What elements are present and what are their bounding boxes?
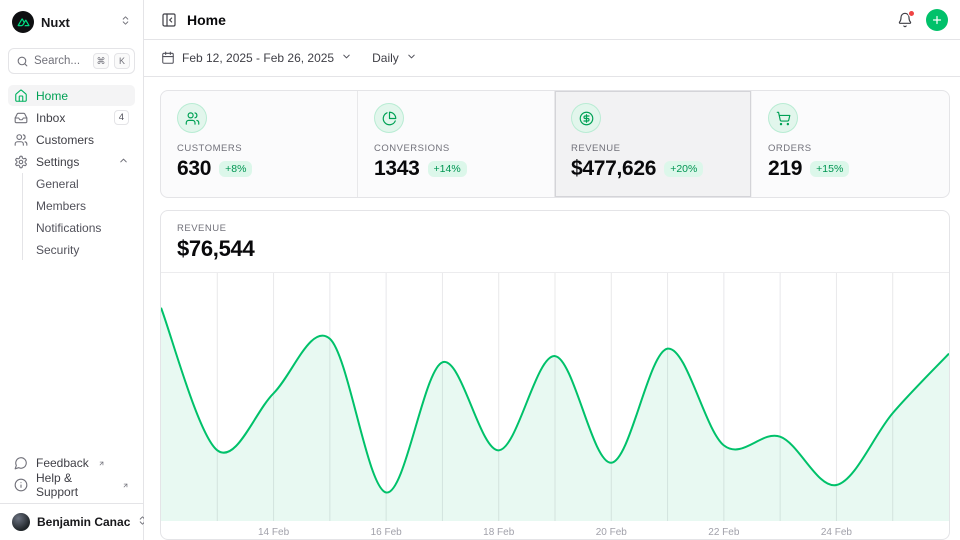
sidebar-item-label: Customers: [36, 133, 94, 147]
notifications-button[interactable]: [897, 12, 913, 28]
home-icon: [14, 89, 28, 103]
stat-value: $477,626: [571, 157, 656, 181]
page-title: Home: [187, 12, 226, 28]
x-axis-label: 18 Feb: [483, 527, 515, 538]
main-area: Home Feb 12, 2025 - Feb 26, 2025 Daily: [144, 0, 960, 540]
user-name: Benjamin Canac: [37, 515, 130, 529]
sidebar: Nuxt ⌘ K Home Inbox 4 Customers: [0, 0, 144, 540]
footer-item-label: Help & Support: [36, 471, 113, 499]
avatar: [12, 513, 30, 531]
sidebar-item-label: Inbox: [36, 111, 65, 125]
stat-label: ORDERS: [768, 143, 933, 154]
chart-metric-label: REVENUE: [177, 223, 933, 234]
stat-value: 1343: [374, 157, 420, 181]
page-header: Home: [144, 0, 960, 40]
sidebar-item-inbox[interactable]: Inbox 4: [8, 107, 135, 128]
sidebar-item-customers[interactable]: Customers: [8, 129, 135, 150]
date-range-label: Feb 12, 2025 - Feb 26, 2025: [182, 51, 334, 65]
user-menu[interactable]: Benjamin Canac: [0, 503, 143, 540]
x-axis-label: 14 Feb: [258, 527, 290, 538]
stat-label: CONVERSIONS: [374, 143, 538, 154]
info-circle-icon: [14, 478, 28, 492]
sidebar-item-label: Security: [36, 243, 79, 257]
plus-icon: [931, 14, 943, 26]
sidebar-item-label: Notifications: [36, 221, 101, 235]
stat-change-badge: +8%: [219, 161, 252, 177]
stat-card-orders[interactable]: ORDERS 219 +15%: [752, 91, 949, 197]
add-button[interactable]: [926, 9, 948, 31]
stat-label: REVENUE: [571, 143, 735, 154]
stat-change-badge: +14%: [428, 161, 467, 177]
x-axis-label: 24 Feb: [821, 527, 853, 538]
x-axis-label: 16 Feb: [371, 527, 403, 538]
stat-card-customers[interactable]: CUSTOMERS 630 +8%: [161, 91, 358, 197]
chevron-up-icon: [118, 155, 129, 169]
workspace-switcher[interactable]: Nuxt: [8, 9, 135, 35]
notification-dot: [908, 10, 915, 17]
external-link-icon: [98, 456, 105, 470]
search-box[interactable]: ⌘ K: [8, 48, 135, 74]
footer-item-label: Feedback: [36, 456, 89, 470]
stat-value: 630: [177, 157, 211, 181]
chevron-down-icon: [341, 51, 352, 65]
settings-children: General Members Notifications Security: [22, 173, 135, 260]
inbox-count-badge: 4: [114, 110, 129, 125]
nuxt-logo-icon: [12, 11, 34, 33]
circle-dollar-icon: [571, 103, 601, 133]
stats-grid: CUSTOMERS 630 +8% CONVERSIONS 1343 +14%: [160, 90, 950, 198]
sidebar-item-settings[interactable]: Settings: [8, 151, 135, 172]
chevron-down-icon: [406, 51, 417, 65]
chart-plot-area[interactable]: 14 Feb 16 Feb 18 Feb 20 Feb 22 Feb 24 Feb: [161, 273, 949, 539]
sidebar-spacer: [0, 260, 143, 448]
panel-left-close-icon: [161, 12, 177, 28]
stat-change-badge: +20%: [664, 161, 703, 177]
stat-change-badge: +15%: [810, 161, 849, 177]
inbox-icon: [14, 111, 28, 125]
sidebar-item-notifications[interactable]: Notifications: [23, 217, 135, 238]
sidebar-item-label: Members: [36, 199, 86, 213]
date-range-picker[interactable]: Feb 12, 2025 - Feb 26, 2025: [161, 51, 352, 65]
dashboard-app: Nuxt ⌘ K Home Inbox 4 Customers: [0, 0, 960, 540]
filters-toolbar: Feb 12, 2025 - Feb 26, 2025 Daily: [144, 40, 960, 77]
calendar-icon: [161, 51, 175, 65]
revenue-chart-card: REVENUE $76,544 14 Feb 16 Feb 18 Feb 20 Feb…: [160, 210, 950, 540]
period-label: Daily: [372, 51, 399, 65]
chart-metric-value: $76,544: [177, 236, 933, 262]
chat-bubble-icon: [14, 456, 28, 470]
x-axis-label: 22 Feb: [708, 527, 740, 538]
x-axis-label: 20 Feb: [596, 527, 628, 538]
sidebar-footer: Feedback Help & Support: [0, 448, 143, 503]
period-select[interactable]: Daily: [372, 51, 417, 65]
workspace-name: Nuxt: [41, 15, 70, 30]
search-icon: [16, 55, 29, 68]
chart-header: REVENUE $76,544: [161, 211, 949, 273]
sidebar-item-label: General: [36, 177, 79, 191]
stat-card-revenue[interactable]: REVENUE $477,626 +20%: [555, 91, 752, 197]
revenue-chart-svg[interactable]: 14 Feb 16 Feb 18 Feb 20 Feb 22 Feb 24 Feb: [161, 273, 949, 539]
external-link-icon: [122, 478, 129, 492]
shopping-cart-icon: [768, 103, 798, 133]
users-icon: [14, 133, 28, 147]
sidebar-item-security[interactable]: Security: [23, 239, 135, 260]
stat-label: CUSTOMERS: [177, 143, 341, 154]
stat-value: 219: [768, 157, 802, 181]
kbd-cmd: ⌘: [93, 53, 109, 69]
sidebar-item-members[interactable]: Members: [23, 195, 135, 216]
search-input[interactable]: [34, 55, 88, 67]
sidebar-item-label: Home: [36, 89, 68, 103]
chart-pie-icon: [374, 103, 404, 133]
kbd-k: K: [114, 53, 130, 69]
sidebar-item-label: Settings: [36, 155, 79, 169]
header-actions: [897, 9, 948, 31]
help-support-link[interactable]: Help & Support: [8, 474, 135, 495]
sidebar-item-general[interactable]: General: [23, 173, 135, 194]
stat-card-conversions[interactable]: CONVERSIONS 1343 +14%: [358, 91, 555, 197]
sidebar-item-home[interactable]: Home: [8, 85, 135, 106]
users-icon: [177, 103, 207, 133]
sidebar-collapse-button[interactable]: [161, 12, 177, 28]
chevrons-up-down-icon: [120, 13, 131, 31]
sidebar-nav: Home Inbox 4 Customers Settings General: [0, 74, 143, 260]
dashboard-content: CUSTOMERS 630 +8% CONVERSIONS 1343 +14%: [144, 77, 960, 540]
gear-icon: [14, 155, 28, 169]
